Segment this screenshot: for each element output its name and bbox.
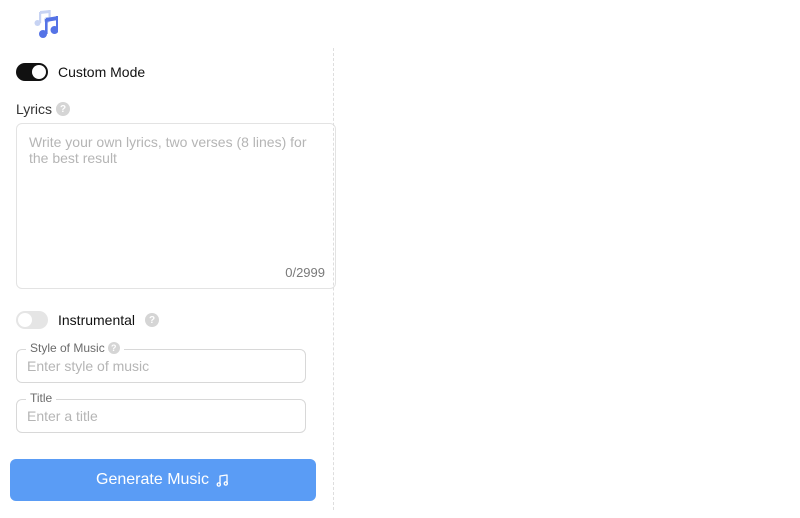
vertical-divider (333, 48, 334, 510)
lyrics-textarea[interactable] (17, 124, 335, 259)
help-icon[interactable]: ? (56, 102, 70, 116)
style-label: Style of Music ? (26, 341, 124, 355)
generate-music-button[interactable]: Generate Music (10, 459, 316, 501)
instrumental-label: Instrumental (58, 312, 135, 328)
music-note-icon (215, 473, 230, 488)
custom-mode-label: Custom Mode (58, 64, 145, 80)
lyrics-counter: 0/2999 (285, 265, 325, 280)
app-logo-music-notes-icon (22, 10, 317, 45)
title-label: Title (26, 391, 56, 405)
lyrics-box: 0/2999 (16, 123, 336, 289)
generate-button-label: Generate Music (96, 471, 209, 489)
instrumental-toggle[interactable] (16, 311, 48, 329)
custom-mode-toggle[interactable] (16, 63, 48, 81)
lyrics-label: Lyrics ? (16, 101, 317, 117)
help-icon[interactable]: ? (145, 313, 159, 327)
title-input[interactable] (16, 399, 306, 433)
help-icon[interactable]: ? (108, 342, 120, 354)
